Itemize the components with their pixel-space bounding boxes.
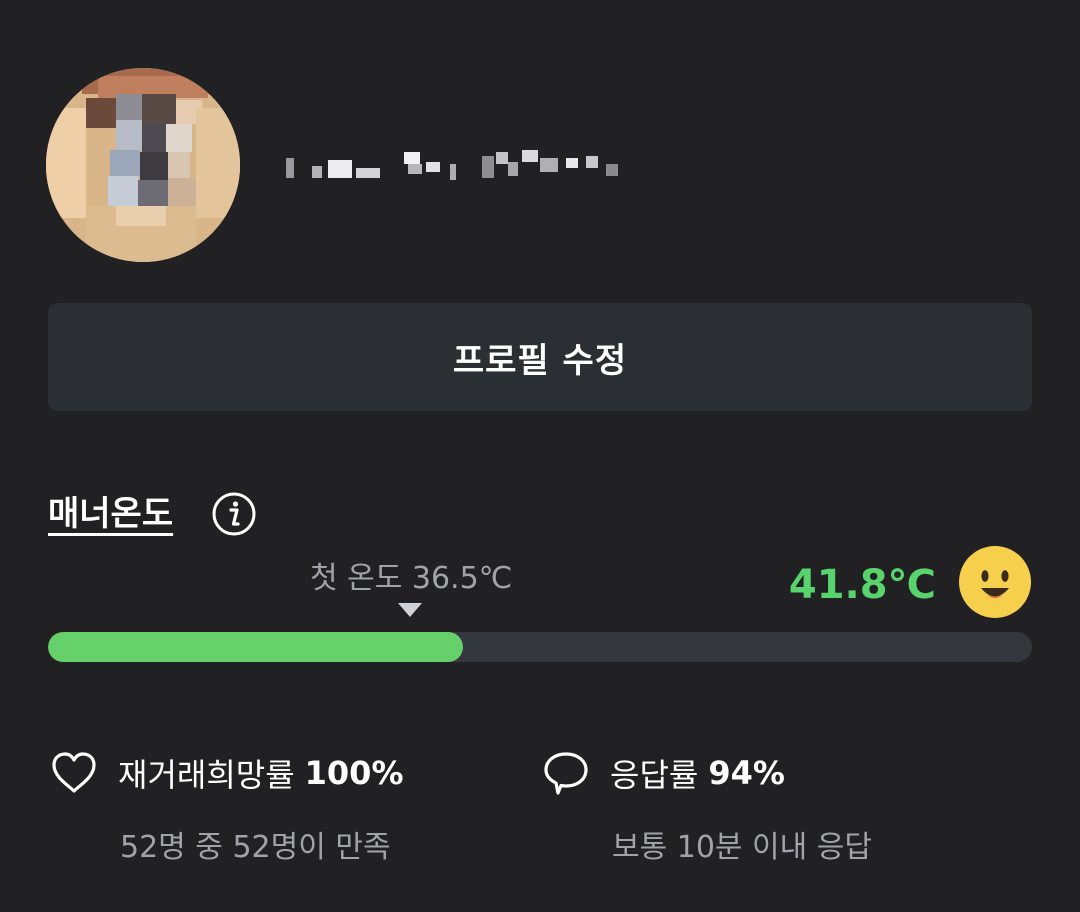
rehire-rate-stat: 재거래희망률 100% 52명 중 52명이 만족	[48, 748, 404, 865]
smile-face-icon	[959, 546, 1031, 618]
first-temperature-marker	[398, 603, 422, 617]
nickname-blurred	[282, 146, 632, 182]
temperature-bar-fill	[48, 632, 464, 662]
info-icon[interactable]	[211, 491, 257, 537]
chat-bubble-icon	[544, 752, 588, 795]
profile-photo-icon	[46, 68, 240, 262]
first-temperature-label: 첫 온도 36.5℃	[310, 561, 513, 596]
temperature-bar	[48, 632, 1032, 662]
heart-icon	[52, 752, 96, 793]
response-rate-stat: 응답률 94% 보통 10분 이내 응답	[540, 748, 872, 865]
edit-profile-button[interactable]: 프로필 수정	[48, 303, 1032, 411]
current-temperature: 41.8℃	[788, 562, 936, 608]
rehire-rate-value: 100%	[304, 754, 404, 792]
response-rate-value: 94%	[708, 754, 785, 792]
blurred-nickname-icon	[286, 150, 618, 180]
rehire-rate-detail: 52명 중 52명이 만족	[120, 830, 391, 865]
response-rate-detail: 보통 10분 이내 응답	[612, 830, 872, 865]
rehire-rate-label: 재거래희망률	[118, 756, 295, 794]
response-rate-label: 응답률	[610, 756, 699, 794]
edit-profile-label: 프로필 수정	[452, 340, 628, 381]
avatar[interactable]	[46, 68, 240, 262]
manner-temperature-title[interactable]: 매너온도	[48, 488, 173, 540]
profile-screen: 프로필 수정 매너온도 첫 온도 36.5℃ 41.8℃ 재거래희망률 100%…	[0, 0, 1080, 912]
